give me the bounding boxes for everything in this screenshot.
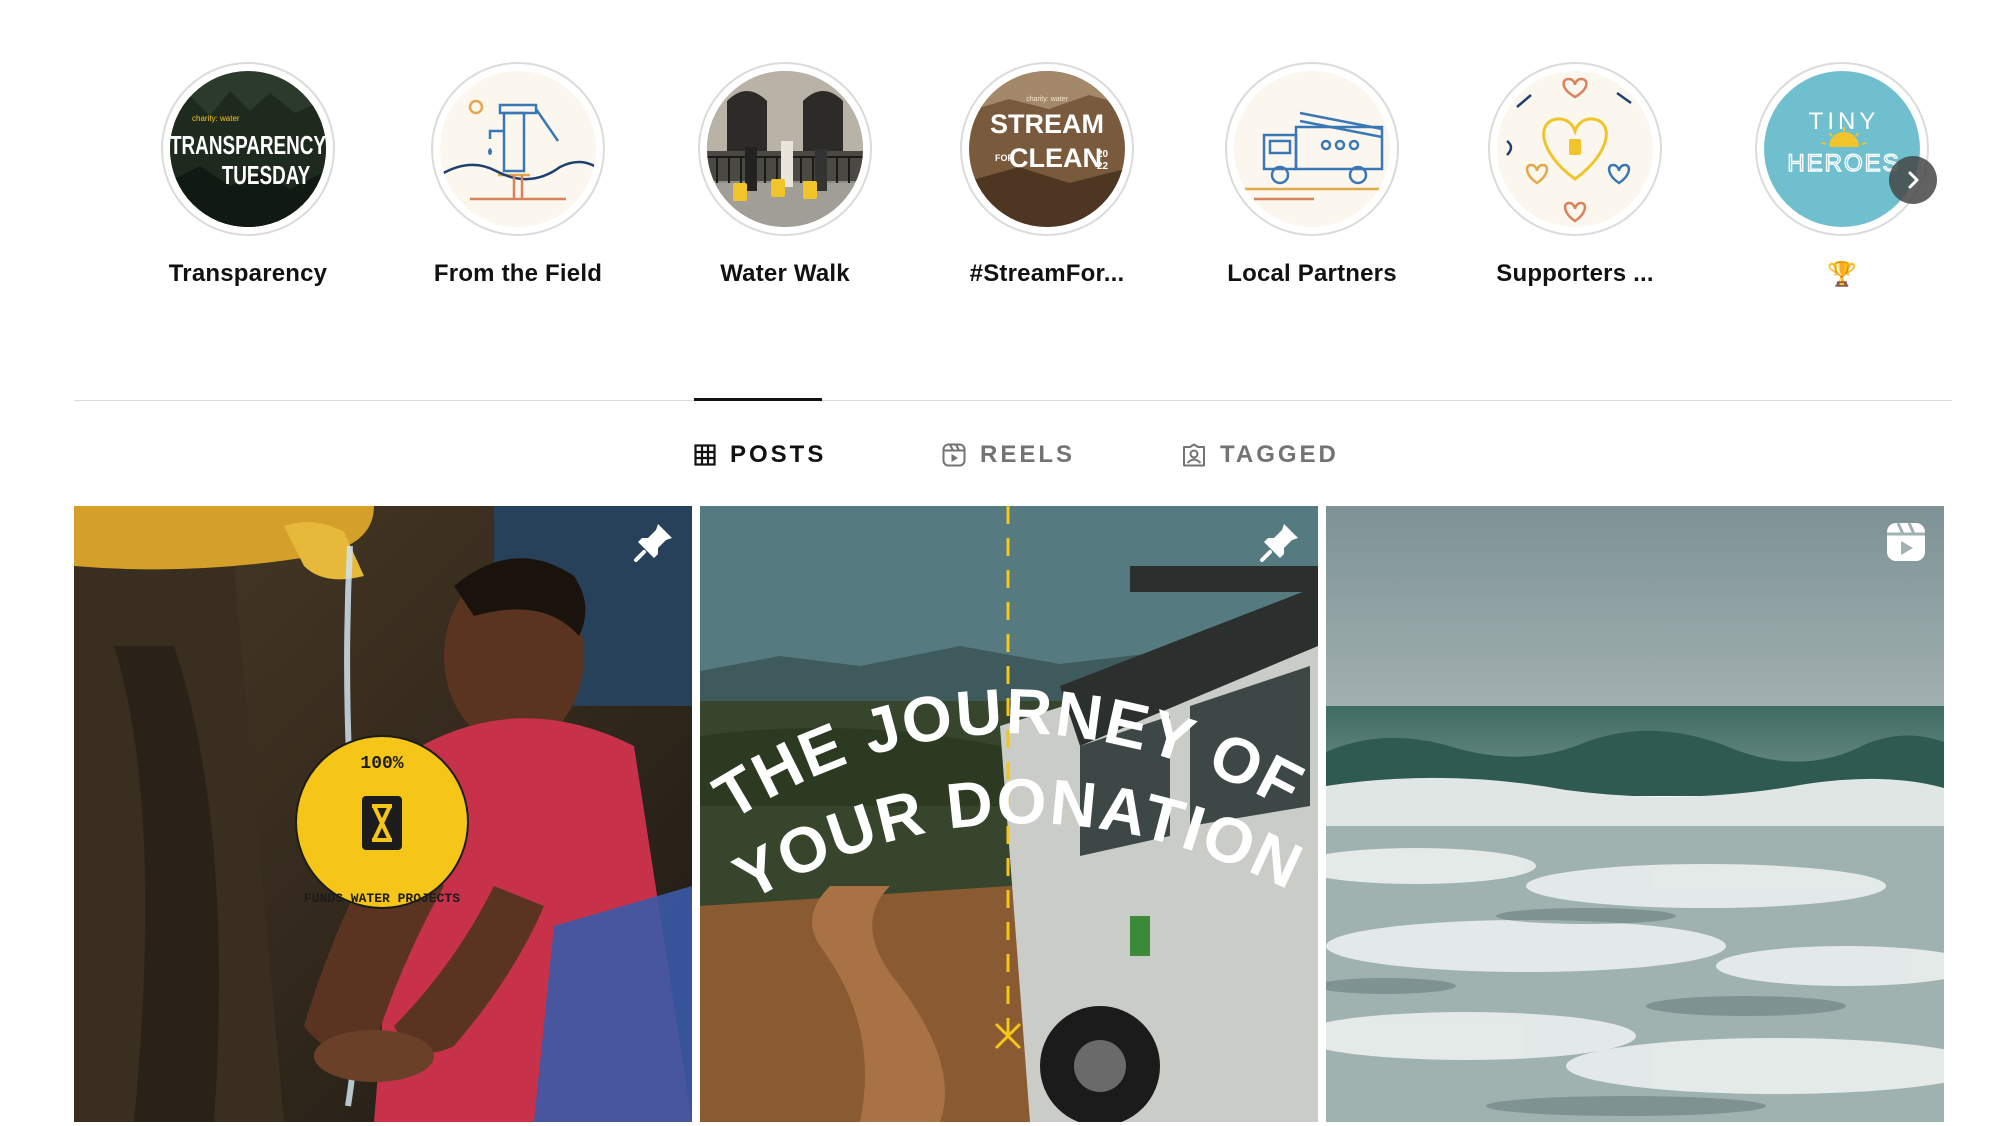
profile-tabs: POSTS REELS TAGGED	[0, 430, 2014, 480]
highlight-ring[interactable]	[698, 62, 872, 236]
cover-clean-text: CLEAN	[1009, 143, 1102, 173]
highlight-ring[interactable]	[431, 62, 605, 236]
pin-icon	[1260, 524, 1298, 562]
highlight-label: Water Walk	[720, 260, 850, 287]
badge-caption-text: FUNDS WATER PROJECTS	[304, 891, 460, 906]
post-tile-2[interactable]: THE JOURNEY OF YOUR DONATION	[700, 506, 1318, 1122]
highlight-cover-tiny-heroes: TINY HEROES	[1764, 71, 1920, 227]
cover-year-bottom: 22	[1097, 161, 1109, 172]
highlight-cover-supporters	[1497, 71, 1653, 227]
highlight-ring[interactable]: charity: water TRANSPARENCY TUESDAY	[161, 62, 335, 236]
tab-posts[interactable]: POSTS	[694, 430, 826, 480]
highlights-next-button[interactable]	[1889, 156, 1937, 204]
highlight-cover-water-walk	[707, 71, 863, 227]
post-image-girl-washing-hands: 100% FUNDS WATER PROJECTS	[74, 506, 692, 1122]
highlight-ring[interactable]: charity: water STREAM FOR CLEAN 20 22	[960, 62, 1134, 236]
cover-heroes-text: HEROES	[1787, 150, 1900, 177]
funds-water-projects-badge-icon: 100% FUNDS WATER PROJECTS	[295, 735, 469, 909]
highlight-ring[interactable]: TINY HEROES	[1755, 62, 1929, 236]
tab-tagged[interactable]: TAGGED	[1182, 430, 1339, 480]
drilling-truck-icon	[1234, 71, 1390, 227]
post-image-journey-of-donation: THE JOURNEY OF YOUR DONATION	[700, 506, 1318, 1122]
highlight-stream-for-clean[interactable]: charity: water STREAM FOR CLEAN 20 22 #S…	[927, 62, 1167, 288]
highlight-water-walk[interactable]: Water Walk	[665, 62, 905, 288]
highlight-ring[interactable]	[1225, 62, 1399, 236]
chevron-right-icon	[1908, 171, 1919, 189]
tab-reels-label: REELS	[980, 441, 1076, 468]
tab-tagged-label: TAGGED	[1220, 441, 1339, 468]
highlight-supporters[interactable]: Supporters ...	[1455, 62, 1695, 288]
tab-reels[interactable]: REELS	[942, 430, 1075, 480]
highlight-label: 🏆	[1826, 261, 1858, 288]
highlight-label: Transparency	[168, 260, 328, 287]
post-image-ocean-waves	[1326, 506, 1944, 1122]
highlight-ring[interactable]	[1488, 62, 1662, 236]
badge-percent-text: 100%	[360, 754, 403, 774]
grid-icon	[694, 444, 716, 466]
story-highlights: charity: water TRANSPARENCY TUESDAY Tran…	[0, 0, 2014, 330]
highlight-from-the-field[interactable]: From the Field	[398, 62, 638, 288]
cover-year-top: 20	[1097, 149, 1109, 160]
post-tile-1[interactable]: 100% FUNDS WATER PROJECTS	[74, 506, 692, 1122]
highlight-label: From the Field	[433, 260, 603, 287]
reel-icon	[1887, 522, 1925, 561]
active-tab-indicator	[694, 398, 822, 401]
reels-icon	[942, 443, 966, 467]
highlight-local-partners[interactable]: Local Partners	[1192, 62, 1432, 288]
pin-icon	[634, 524, 672, 562]
cover-subtitle-text: TUESDAY	[222, 160, 311, 190]
tagged-icon	[1183, 443, 1205, 467]
highlight-cover-from-the-field	[440, 71, 596, 227]
cover-title-text: TRANSPARENCY	[170, 130, 326, 160]
cover-brand-text: charity: water	[192, 114, 240, 123]
profile-divider	[74, 400, 1952, 401]
highlight-cover-transparency: charity: water TRANSPARENCY TUESDAY	[170, 71, 326, 227]
post-tile-3[interactable]	[1326, 506, 1944, 1122]
water-pump-icon	[440, 71, 596, 227]
highlight-transparency[interactable]: charity: water TRANSPARENCY TUESDAY Tran…	[128, 62, 368, 288]
tab-posts-label: POSTS	[730, 441, 827, 468]
highlight-label: Supporters ...	[1496, 260, 1654, 287]
highlight-label: #StreamFor...	[969, 260, 1125, 287]
highlight-cover-local-partners	[1234, 71, 1390, 227]
highlight-cover-stream-for-clean: charity: water STREAM FOR CLEAN 20 22	[969, 71, 1125, 227]
cover-brand-text: charity: water	[1026, 96, 1068, 103]
hearts-icon	[1497, 71, 1653, 227]
highlight-label: Local Partners	[1227, 260, 1397, 287]
cover-stream-text: STREAM	[990, 109, 1104, 139]
